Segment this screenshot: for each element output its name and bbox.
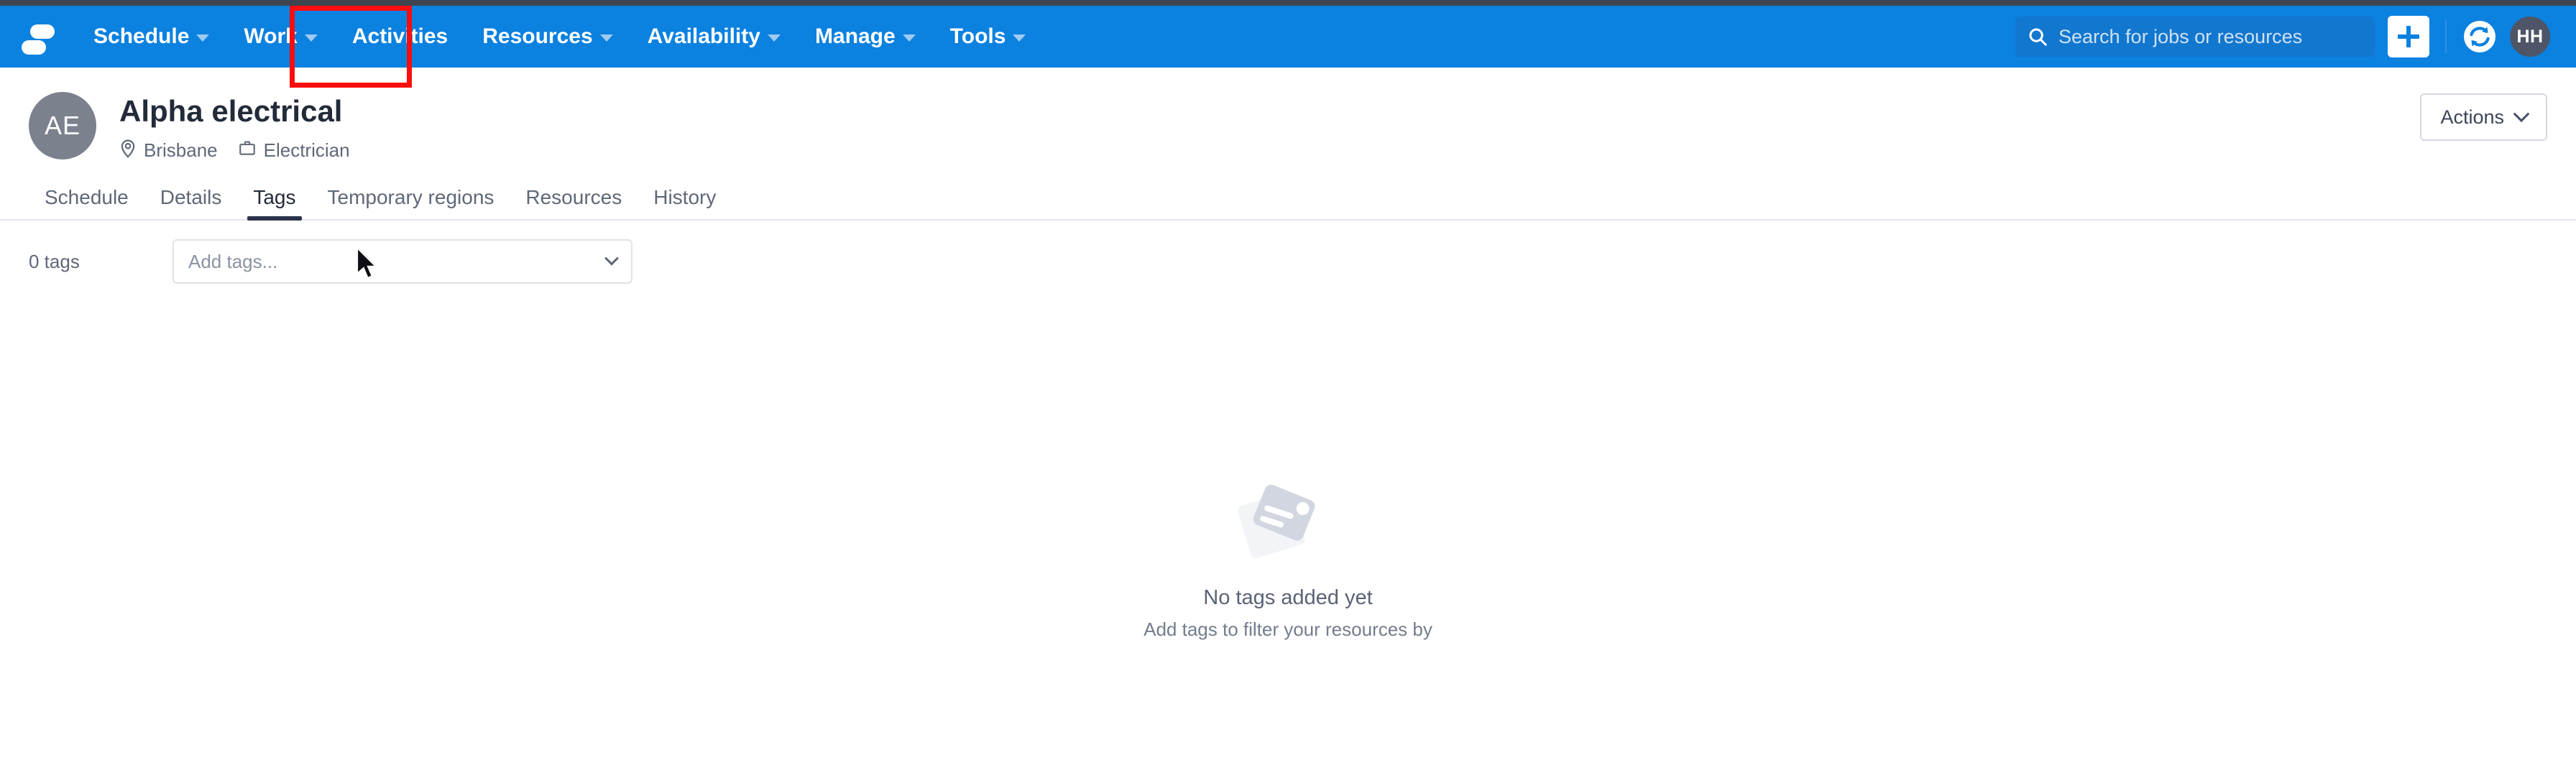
nav-item-schedule[interactable]: Schedule: [76, 6, 226, 68]
user-initials: HH: [2516, 26, 2544, 47]
plus-icon: [2398, 26, 2419, 47]
navbar-divider: [2445, 20, 2447, 53]
create-new-button[interactable]: [2388, 16, 2429, 57]
chevron-down-icon: [2513, 106, 2530, 123]
add-tags-select[interactable]: Add tags...: [172, 239, 632, 284]
tags-illustration: [1220, 474, 1356, 567]
nav-label: Resources: [482, 24, 593, 48]
meta-category: Electrician: [238, 139, 350, 162]
map-pin-icon: [119, 138, 137, 163]
meta-region: Brisbane: [119, 138, 218, 163]
chevron-down-icon: [599, 34, 613, 42]
tags-empty-state: No tags added yet Add tags to filter you…: [0, 474, 2576, 641]
tab-label: History: [653, 186, 717, 209]
skedulo-logo[interactable]: [19, 17, 58, 56]
nav-item-activities[interactable]: Activities: [335, 6, 465, 68]
nav-item-work[interactable]: Work: [226, 6, 334, 68]
nav-label: Activities: [351, 24, 448, 48]
tab-label: Temporary regions: [327, 186, 494, 209]
sync-icon[interactable]: [2462, 19, 2497, 54]
logo-pill-top: [30, 24, 55, 39]
user-avatar[interactable]: HH: [2510, 17, 2550, 57]
tab-temporary-regions[interactable]: Temporary regions: [312, 186, 510, 219]
nav-label: Tools: [949, 24, 1006, 48]
page-header: AE Alpha electrical Brisbane Electrician…: [0, 68, 2576, 163]
tab-label: Details: [160, 186, 222, 209]
page-header-text: Alpha electrical Brisbane Electrician: [119, 92, 350, 163]
meta-category-label: Electrician: [263, 139, 350, 162]
nav-item-availability[interactable]: Availability: [630, 6, 798, 68]
nav-label: Manage: [814, 24, 896, 48]
tab-tags[interactable]: Tags: [237, 186, 311, 221]
nav-item-tools[interactable]: Tools: [933, 6, 1044, 68]
briefcase-icon: [238, 139, 257, 162]
tab-schedule[interactable]: Schedule: [29, 186, 144, 219]
nav-item-resources[interactable]: Resources: [465, 6, 630, 68]
main-navbar: Schedule Work Activities Resources Avail…: [0, 6, 2576, 68]
tags-toolbar: 0 tags Add tags...: [0, 221, 2576, 284]
tab-details[interactable]: Details: [144, 186, 238, 219]
chevron-down-icon: [767, 34, 781, 42]
chevron-down-icon: [604, 251, 619, 266]
search-icon: [2027, 26, 2048, 47]
tab-resources[interactable]: Resources: [510, 186, 638, 219]
chevron-down-icon: [902, 34, 916, 42]
nav-label: Schedule: [93, 24, 190, 48]
chevron-down-icon: [1013, 34, 1026, 42]
add-tags-placeholder: Add tags...: [188, 250, 278, 272]
tags-count-label: 0 tags: [29, 250, 80, 272]
empty-state-subtitle: Add tags to filter your resources by: [1144, 618, 1432, 640]
nav-item-manage[interactable]: Manage: [798, 6, 933, 68]
search-input[interactable]: Search for jobs or resources: [2015, 17, 2375, 57]
chevron-down-icon: [304, 34, 318, 42]
window-top-strip: [0, 0, 2576, 6]
meta-region-label: Brisbane: [144, 139, 218, 162]
page-header-meta: Brisbane Electrician: [119, 138, 350, 163]
actions-button[interactable]: Actions: [2420, 93, 2547, 141]
entity-avatar: AE: [29, 92, 96, 159]
empty-state-title: No tags added yet: [1203, 586, 1373, 609]
logo-pill-bottom: [22, 40, 46, 55]
tab-label: Resources: [525, 186, 622, 209]
navbar-right-cluster: Search for jobs or resources HH: [2015, 16, 2550, 57]
nav-label: Work: [244, 24, 298, 48]
search-placeholder: Search for jobs or resources: [2058, 25, 2303, 47]
navbar-menu: Schedule Work Activities Resources Avail…: [76, 6, 1043, 68]
entity-initials: AE: [44, 111, 81, 140]
chevron-down-icon: [196, 34, 210, 42]
actions-button-label: Actions: [2440, 106, 2504, 128]
tab-label: Schedule: [45, 186, 129, 209]
tab-bar: Schedule Details Tags Temporary regions …: [0, 180, 2576, 221]
page-title: Alpha electrical: [119, 94, 343, 128]
tab-history[interactable]: History: [638, 186, 732, 219]
tab-label: Tags: [253, 186, 296, 209]
nav-label: Availability: [647, 24, 760, 48]
